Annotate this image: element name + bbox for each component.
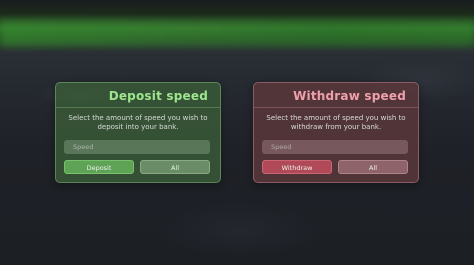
withdraw-panel-title: Withdraw speed bbox=[293, 89, 406, 103]
deposit-panel-description: Select the amount of speed you wish to d… bbox=[68, 114, 208, 131]
withdraw-all-button[interactable]: All bbox=[338, 160, 408, 174]
withdraw-panel-description: Select the amount of speed you wish to w… bbox=[266, 114, 406, 131]
withdraw-speed-panel: Withdraw speed Select the amount of spee… bbox=[253, 82, 419, 183]
deposit-all-button[interactable]: All bbox=[140, 160, 210, 174]
deposit-panel-title: Deposit speed bbox=[108, 89, 208, 103]
background-foliage bbox=[0, 20, 474, 46]
deposit-button[interactable]: Deposit bbox=[64, 160, 134, 174]
withdraw-button[interactable]: Withdraw bbox=[262, 160, 332, 174]
deposit-speed-panel: Deposit speed Select the amount of speed… bbox=[55, 82, 221, 183]
deposit-speed-input[interactable]: Speed bbox=[64, 140, 210, 154]
withdraw-speed-input[interactable]: Speed bbox=[262, 140, 408, 154]
deposit-panel-divider bbox=[56, 107, 220, 108]
withdraw-panel-divider bbox=[254, 107, 418, 108]
